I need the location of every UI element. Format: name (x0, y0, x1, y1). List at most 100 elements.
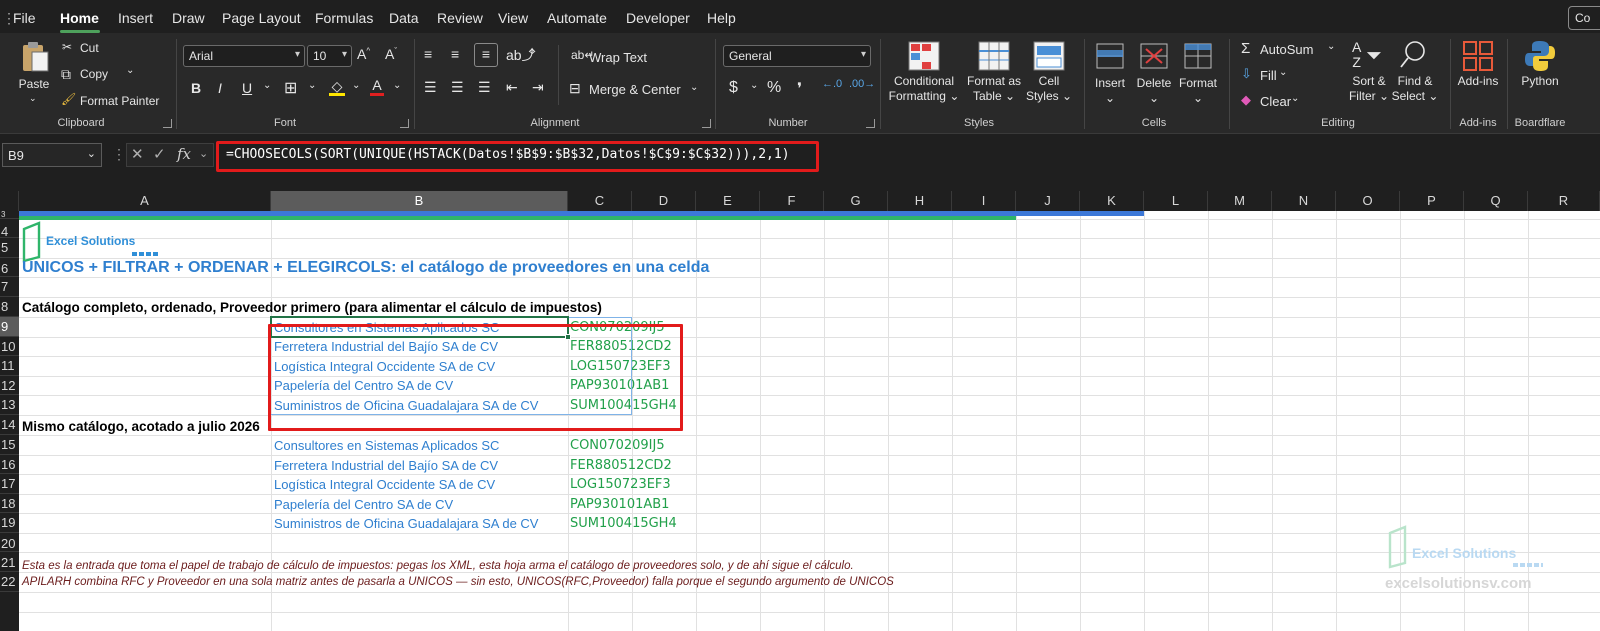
align-bottom-icon[interactable]: ≡ (474, 43, 498, 67)
column-header-c[interactable]: C (568, 191, 632, 211)
column-header-q[interactable]: Q (1464, 191, 1528, 211)
cut-button[interactable]: Cut (80, 41, 99, 55)
comma-style-icon[interactable]: ❜ (797, 79, 802, 99)
comments-button[interactable]: Co (1568, 6, 1600, 30)
align-top-icon[interactable]: ≡ (424, 46, 432, 62)
bold-icon[interactable]: B (191, 80, 201, 96)
wrap-text-button[interactable]: Wrap Text (589, 50, 647, 65)
menu-file[interactable]: File (13, 10, 36, 26)
row-header[interactable]: 21 (0, 552, 19, 572)
provider-cell[interactable]: Ferretera Industrial del Bajío SA de CV (274, 458, 498, 473)
python-button[interactable]: Python (1516, 74, 1564, 89)
insert-cells-button[interactable]: Insert ⌄ (1088, 76, 1132, 106)
number-launcher-icon[interactable] (866, 119, 875, 128)
drag-handle-icon[interactable]: ⋮ (112, 146, 126, 163)
row-header[interactable]: 13 (0, 395, 19, 415)
fill-color-dropdown-icon[interactable]: ⌄ (352, 80, 360, 91)
provider-cell[interactable]: Logística Integral Occidente SA de CV (274, 477, 495, 492)
row-header[interactable]: 17 (0, 474, 19, 494)
menu-draw[interactable]: Draw (172, 10, 205, 26)
column-header-k[interactable]: K (1080, 191, 1144, 211)
decrease-decimal-icon[interactable]: .00→ (849, 78, 875, 90)
decrease-font-icon[interactable]: Aˇ (385, 46, 397, 62)
row-header[interactable]: 16 (0, 455, 19, 474)
borders-dropdown-icon[interactable]: ⌄ (308, 80, 316, 91)
row-header-selected[interactable]: 9 (0, 317, 19, 337)
column-header-a[interactable]: A (19, 191, 271, 211)
provider-cell[interactable]: Papelería del Centro SA de CV (274, 497, 453, 512)
column-header-n[interactable]: N (1272, 191, 1336, 211)
column-header-b[interactable]: B (271, 191, 568, 211)
row-header[interactable]: 6 (0, 258, 19, 277)
autosum-button[interactable]: AutoSum (1260, 42, 1313, 57)
find-select-button[interactable]: Find & Select ⌄ (1390, 74, 1440, 104)
conditional-formatting-button[interactable]: Conditional Formatting ⌄ (888, 74, 960, 104)
align-middle-icon[interactable]: ≡ (451, 46, 459, 62)
row-header[interactable]: 22 (0, 572, 19, 592)
menu-developer[interactable]: Developer (626, 10, 690, 26)
fill-dropdown-icon[interactable]: ⌄ (1279, 67, 1287, 78)
menu-page-layout[interactable]: Page Layout (222, 10, 301, 26)
copy-button[interactable]: Copy (80, 67, 108, 81)
currency-icon[interactable]: $ (729, 79, 738, 97)
menu-view[interactable]: View (498, 10, 528, 26)
column-header-p[interactable]: P (1400, 191, 1464, 211)
align-center-icon[interactable]: ☰ (451, 79, 464, 96)
column-header-e[interactable]: E (696, 191, 760, 211)
autosum-dropdown-icon[interactable]: ⌄ (1327, 41, 1335, 52)
increase-font-icon[interactable]: A^ (357, 46, 370, 62)
add-ins-button[interactable]: Add-ins (1455, 74, 1501, 89)
menu-data[interactable]: Data (389, 10, 419, 26)
clear-button[interactable]: Clear (1260, 94, 1291, 109)
sort-filter-button[interactable]: Sort & Filter ⌄ (1344, 74, 1394, 104)
chevron-down-icon[interactable]: ⌄ (199, 147, 208, 160)
column-header-i[interactable]: I (952, 191, 1016, 211)
increase-decimal-icon[interactable]: ←.0 (822, 78, 842, 90)
italic-icon[interactable]: I (218, 80, 222, 96)
menu-automate[interactable]: Automate (547, 10, 607, 26)
row-header[interactable]: 3 (0, 211, 19, 219)
select-all-corner[interactable] (0, 191, 19, 211)
menu-formulas[interactable]: Formulas (315, 10, 373, 26)
rfc-cell[interactable]: FER880512CD2 (570, 458, 672, 473)
rfc-cell[interactable]: LOG150723EF3 (570, 477, 671, 492)
row-header[interactable]: 4 (0, 219, 19, 238)
font-color-icon[interactable]: A (370, 77, 384, 96)
underline-icon[interactable]: U (242, 80, 252, 96)
percent-icon[interactable]: % (767, 79, 781, 97)
column-header-l[interactable]: L (1144, 191, 1208, 211)
column-header-r[interactable]: R (1528, 191, 1600, 211)
font-size-select[interactable]: 10 ▾ (307, 45, 352, 67)
row-header[interactable]: 12 (0, 376, 19, 395)
row-header[interactable]: 10 (0, 337, 19, 356)
number-format-select[interactable]: General ▾ (723, 45, 871, 67)
clipboard-launcher-icon[interactable] (163, 119, 172, 128)
row-header[interactable]: 19 (0, 513, 19, 533)
currency-dropdown-icon[interactable]: ⌄ (750, 80, 758, 91)
fill-color-icon[interactable]: ◇ (329, 78, 345, 96)
column-header-d[interactable]: D (632, 191, 696, 211)
underline-dropdown-icon[interactable]: ⌄ (263, 80, 271, 91)
insert-function-icon[interactable]: fx (177, 145, 191, 163)
row-header[interactable]: 5 (0, 238, 19, 258)
format-painter-button[interactable]: Format Painter (80, 94, 159, 108)
provider-cell[interactable]: Consultores en Sistemas Aplicados SC (274, 438, 499, 453)
borders-icon[interactable]: ⊞ (284, 78, 297, 98)
column-header-g[interactable]: G (824, 191, 888, 211)
copy-dropdown-icon[interactable]: ⌄ (126, 65, 134, 76)
paste-button[interactable]: Paste (14, 77, 54, 92)
font-color-dropdown-icon[interactable]: ⌄ (393, 80, 401, 91)
rfc-cell[interactable]: CON070209IJ5 (570, 438, 665, 453)
decrease-indent-icon[interactable]: ⇤ (506, 79, 518, 96)
menu-help[interactable]: Help (707, 10, 736, 26)
column-header-o[interactable]: O (1336, 191, 1400, 211)
column-header-m[interactable]: M (1208, 191, 1272, 211)
menu-insert[interactable]: Insert (118, 10, 153, 26)
menu-review[interactable]: Review (437, 10, 483, 26)
orientation-dropdown-icon[interactable]: ⌄ (528, 46, 536, 57)
cell-area[interactable]: Excel Solutions UNICOS + FILTRAR + ORDEN… (19, 211, 1600, 631)
paste-dropdown-icon[interactable]: ⌄ (29, 93, 37, 104)
name-box[interactable]: B9 ⌄ (2, 143, 102, 167)
row-header[interactable]: 7 (0, 277, 19, 297)
clear-dropdown-icon[interactable]: ⌄ (1291, 93, 1299, 104)
